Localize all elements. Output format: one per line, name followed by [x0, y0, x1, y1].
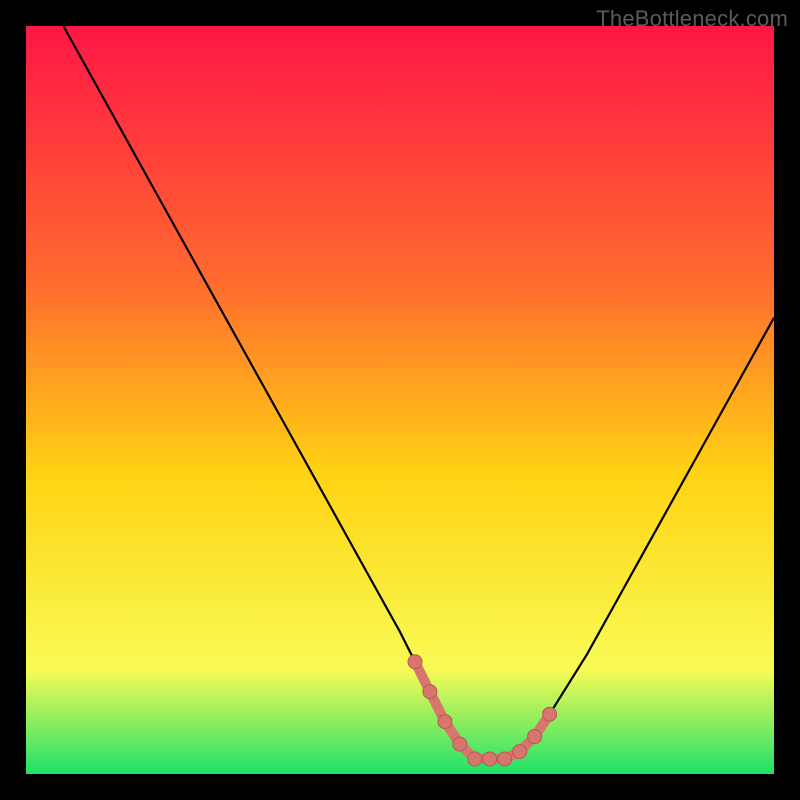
- marker-dot: [453, 737, 467, 751]
- watermark-text: TheBottleneck.com: [596, 6, 788, 32]
- gradient-background: [26, 26, 774, 774]
- marker-dot: [423, 685, 437, 699]
- marker-dot: [483, 752, 497, 766]
- chart-frame: TheBottleneck.com: [0, 0, 800, 800]
- marker-dot: [528, 730, 542, 744]
- marker-dot: [513, 745, 527, 759]
- marker-dot: [543, 707, 557, 721]
- chart-plot: [26, 26, 774, 774]
- marker-dot: [438, 715, 452, 729]
- marker-dot: [498, 752, 512, 766]
- chart-svg: [26, 26, 774, 774]
- marker-dot: [468, 752, 482, 766]
- marker-dot: [408, 655, 422, 669]
